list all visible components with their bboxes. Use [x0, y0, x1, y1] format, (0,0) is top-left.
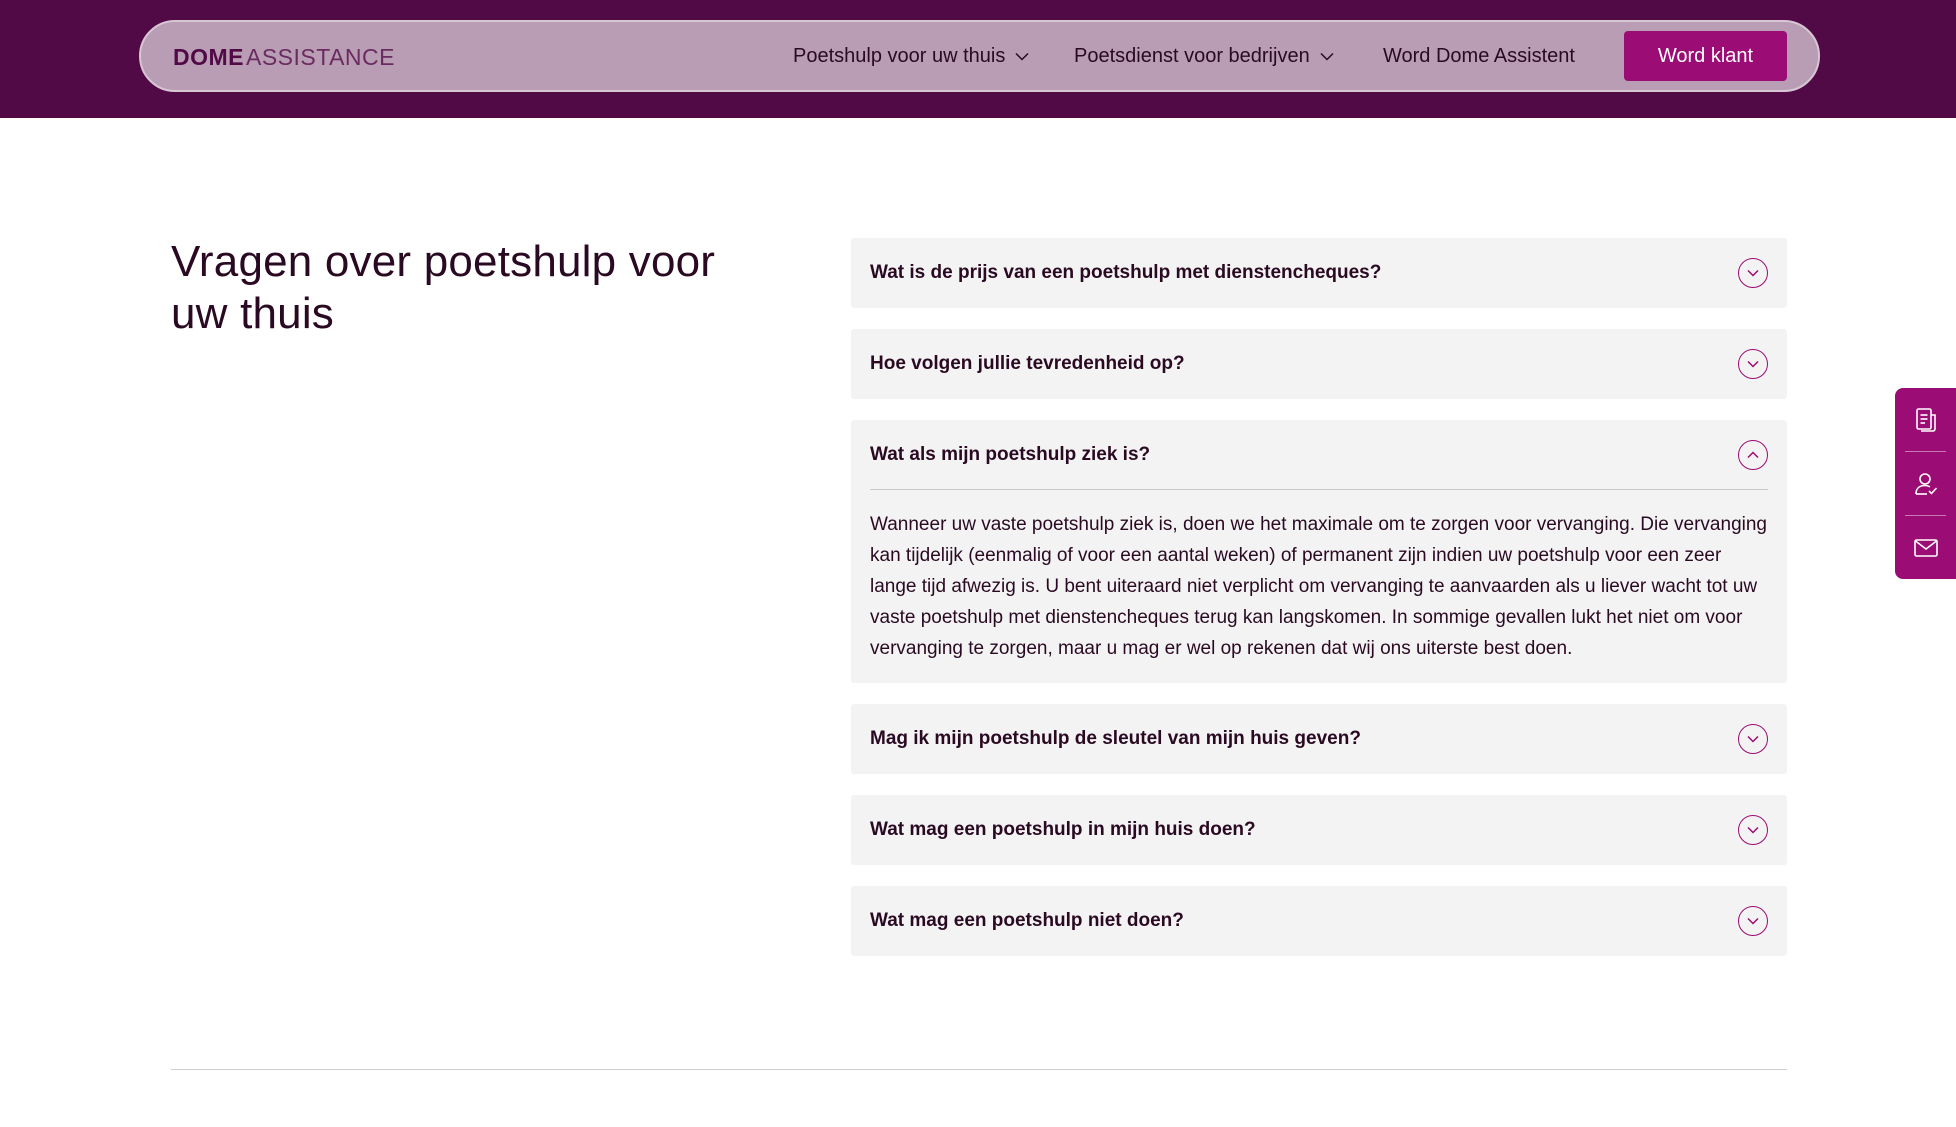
nav-bar: DOME ASSISTANCE Poetshulp voor uw thuis …	[139, 20, 1820, 92]
word-klant-button[interactable]: Word klant	[1624, 31, 1787, 81]
faq-item: Wat is de prijs van een poetshulp met di…	[851, 238, 1787, 308]
faq-question-toggle[interactable]: Wat mag een poetshulp niet doen?	[851, 886, 1787, 956]
side-contact-button[interactable]	[1895, 516, 1956, 579]
faq-question: Hoe volgen jullie tevredenheid op?	[870, 353, 1185, 374]
side-document-button[interactable]	[1895, 388, 1956, 451]
faq-answer: Wanneer uw vaste poetshulp ziek is, doen…	[870, 514, 1767, 659]
top-bar: DOME ASSISTANCE Poetshulp voor uw thuis …	[0, 0, 1956, 118]
faq-list: Wat is de prijs van een poetshulp met di…	[851, 238, 1787, 977]
faq-question: Wat als mijn poetshulp ziek is?	[870, 443, 1151, 465]
chevron-down-icon	[1320, 49, 1334, 63]
nav-item-label: Poetshulp voor uw thuis	[793, 44, 1006, 67]
faq-title: Vragen over poetshulp voor uw thuis	[171, 237, 716, 338]
side-quick-actions	[1895, 388, 1956, 579]
faq-question: Wat mag een poetshulp niet doen?	[870, 910, 1184, 931]
chevron-down-circle-icon[interactable]	[1738, 906, 1768, 936]
faq-question: Wat mag een poetshulp in mijn huis doen?	[870, 819, 1256, 840]
faq-question-toggle[interactable]: Wat is de prijs van een poetshulp met di…	[851, 238, 1787, 308]
faq-question-toggle[interactable]: Wat als mijn poetshulp ziek is?	[870, 420, 1768, 490]
mail-icon	[1913, 538, 1938, 557]
nav-item-poetshulp-thuis[interactable]: Poetshulp voor uw thuis	[793, 40, 1029, 72]
faq-item: Wat mag een poetshulp niet doen?	[851, 886, 1787, 956]
faq-item: Wat mag een poetshulp in mijn huis doen?	[851, 795, 1787, 865]
faq-item-open: Wat als mijn poetshulp ziek is? Wanneer …	[851, 420, 1787, 683]
nav-item-label: Poetsdienst voor bedrijven	[1074, 44, 1310, 67]
chevron-down-icon	[1015, 49, 1029, 63]
faq-question: Mag ik mijn poetshulp de sleutel van mij…	[870, 728, 1361, 749]
faq-question-toggle[interactable]: Wat mag een poetshulp in mijn huis doen?	[851, 795, 1787, 865]
nav-item-label: Word Dome Assistent	[1383, 44, 1575, 67]
chevron-down-circle-icon[interactable]	[1738, 258, 1768, 288]
logo[interactable]: DOME ASSISTANCE	[173, 44, 395, 72]
faq-item: Hoe volgen jullie tevredenheid op?	[851, 329, 1787, 399]
side-account-button[interactable]	[1895, 452, 1956, 515]
logo-text-light: ASSISTANCE	[246, 44, 395, 70]
chevron-down-circle-icon[interactable]	[1738, 724, 1768, 754]
nav-item-poetsdienst-bedrijven[interactable]: Poetsdienst voor bedrijven	[1074, 40, 1334, 72]
section-divider	[171, 1069, 1787, 1070]
faq-question-toggle[interactable]: Mag ik mijn poetshulp de sleutel van mij…	[851, 704, 1787, 774]
faq-question: Wat is de prijs van een poetshulp met di…	[870, 262, 1382, 283]
chevron-down-circle-icon[interactable]	[1738, 349, 1768, 379]
chevron-down-circle-icon[interactable]	[1738, 815, 1768, 845]
nav-item-word-assistent[interactable]: Word Dome Assistent	[1383, 40, 1575, 72]
logo-text-bold: DOME	[173, 44, 244, 70]
faq-item: Mag ik mijn poetshulp de sleutel van mij…	[851, 704, 1787, 774]
document-icon	[1915, 407, 1936, 432]
user-check-icon	[1914, 472, 1937, 495]
faq-question-toggle[interactable]: Hoe volgen jullie tevredenheid op?	[851, 329, 1787, 399]
chevron-up-circle-icon[interactable]	[1738, 439, 1768, 470]
